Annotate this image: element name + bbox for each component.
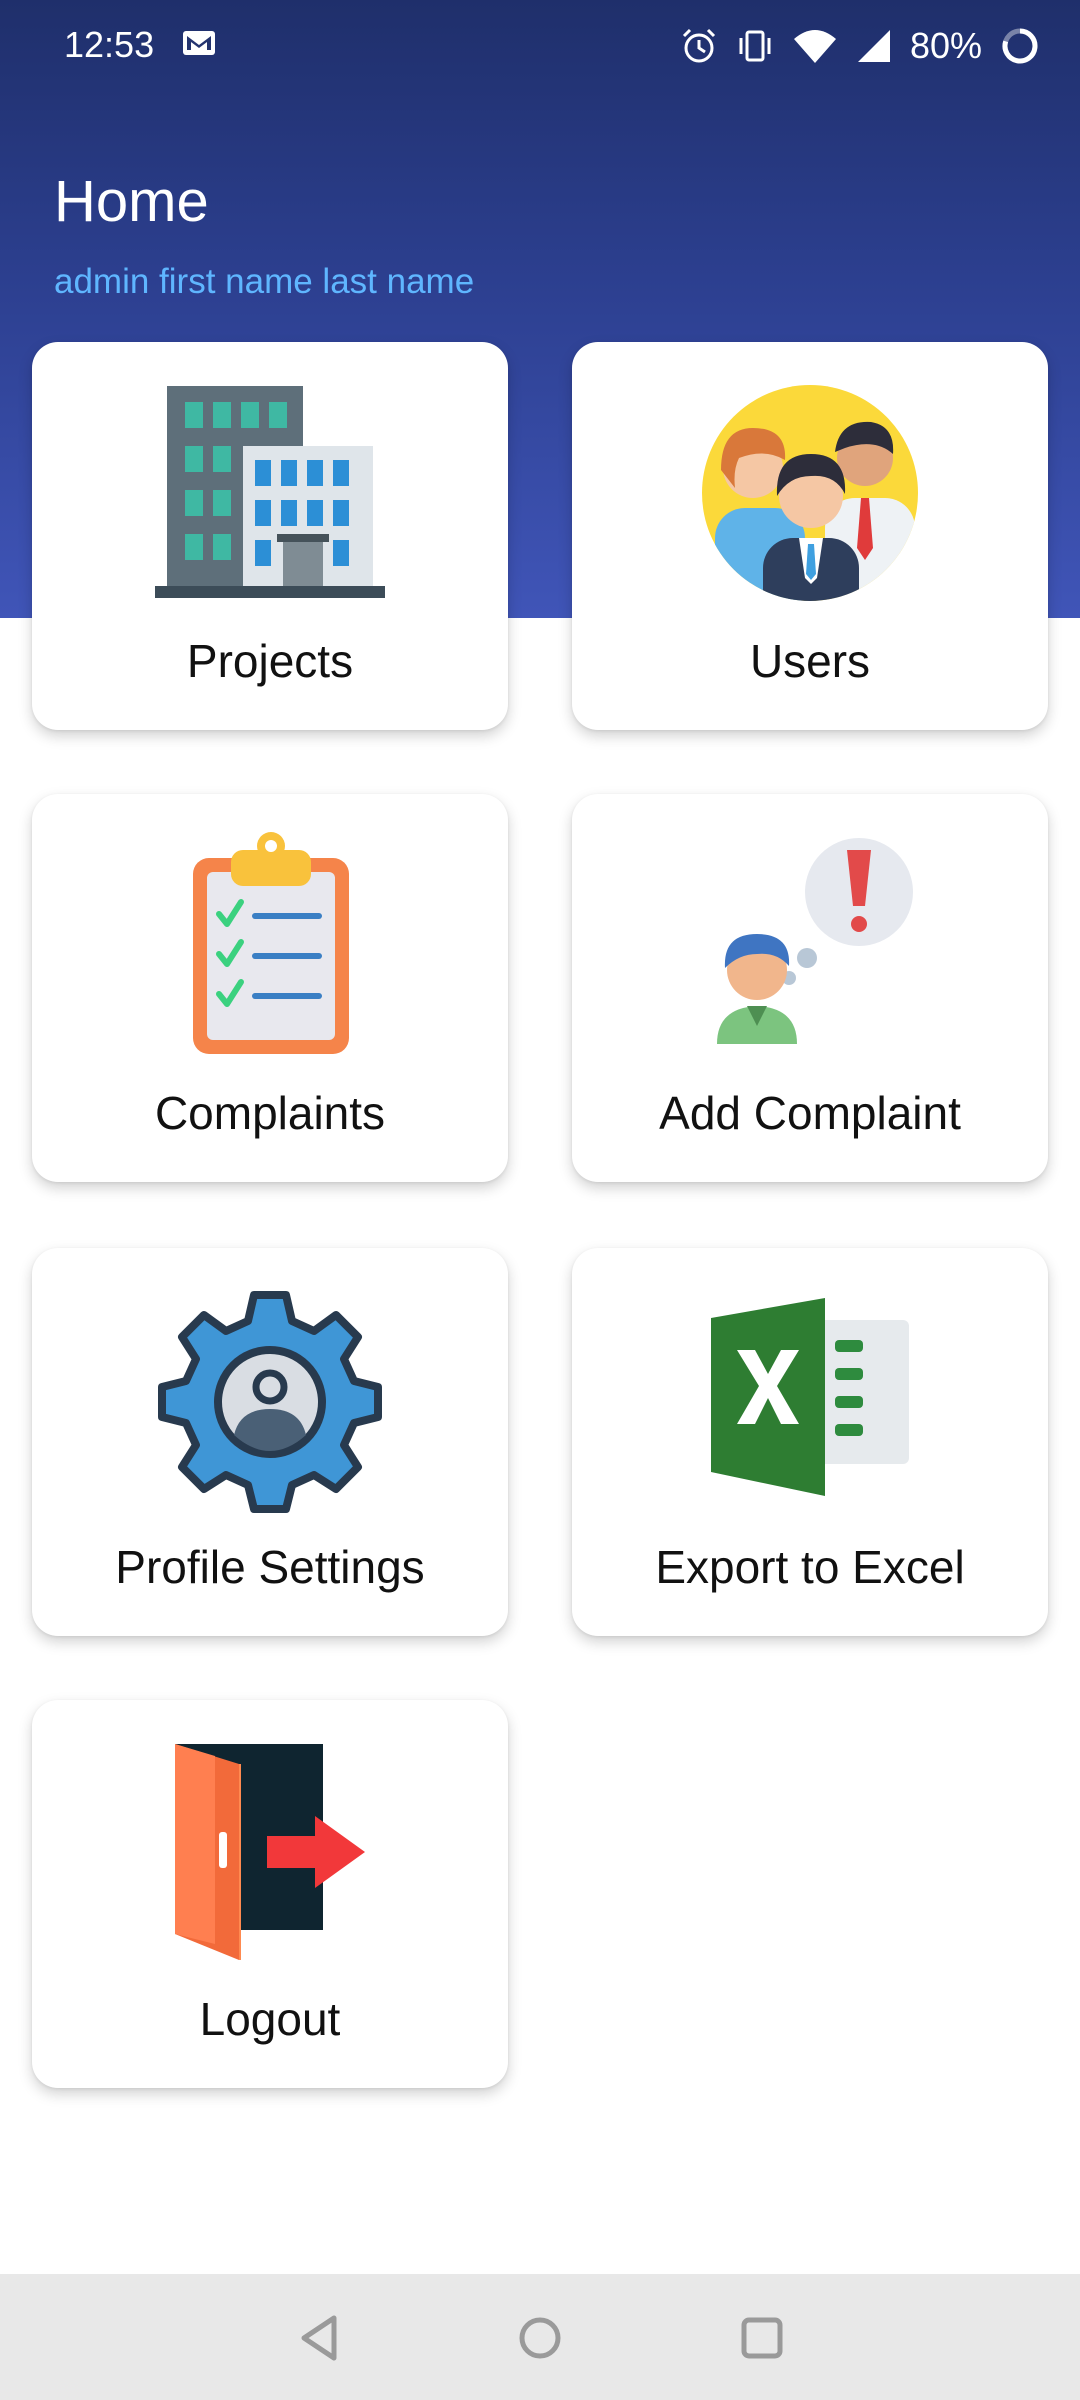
signal-icon	[857, 30, 890, 62]
battery-percent: 80%	[909, 25, 982, 66]
vibrate-icon	[739, 30, 771, 62]
projects-label: Projects	[186, 635, 354, 687]
user-name-subtitle: admin first name last name	[54, 262, 475, 301]
users-label: Users	[749, 635, 871, 687]
recents-icon[interactable]	[732, 2308, 792, 2368]
profile-settings-card[interactable]: Profile Settings	[32, 1248, 508, 1636]
person-alert-icon	[717, 838, 913, 1044]
exit-door-icon	[175, 1744, 365, 1960]
projects-card[interactable]: Projects	[32, 342, 508, 730]
alarm-icon	[682, 28, 715, 63]
complaints-card[interactable]: Complaints	[32, 794, 508, 1182]
system-nav-bar	[0, 2274, 1080, 2400]
users-group-icon	[702, 385, 918, 601]
complaints-label: Complaints	[154, 1087, 386, 1139]
home-icon[interactable]	[510, 2308, 570, 2368]
logout-card[interactable]: Logout	[32, 1700, 508, 2088]
status-time: 12:53	[64, 24, 155, 65]
building-icon	[155, 386, 385, 598]
logout-label: Logout	[199, 1993, 341, 2045]
clipboard-checklist-icon	[193, 832, 349, 1054]
export-to-excel-card[interactable]: Export to Excel	[572, 1248, 1048, 1636]
users-card[interactable]: Users	[572, 342, 1048, 730]
mail-icon	[183, 31, 215, 55]
excel-icon	[711, 1298, 909, 1496]
wifi-icon	[793, 30, 836, 63]
export-to-excel-label: Export to Excel	[655, 1541, 965, 1593]
add-complaint-card[interactable]: Add Complaint	[572, 794, 1048, 1182]
status-bar: 12:53 80%	[0, 0, 1080, 92]
page-title: Home	[54, 169, 209, 234]
back-icon[interactable]	[290, 2308, 350, 2368]
add-complaint-label: Add Complaint	[659, 1087, 961, 1139]
profile-settings-label: Profile Settings	[115, 1541, 425, 1593]
status-icons: 80%	[680, 18, 1040, 74]
profile-gear-icon	[158, 1291, 382, 1513]
battery-icon	[1002, 28, 1038, 64]
